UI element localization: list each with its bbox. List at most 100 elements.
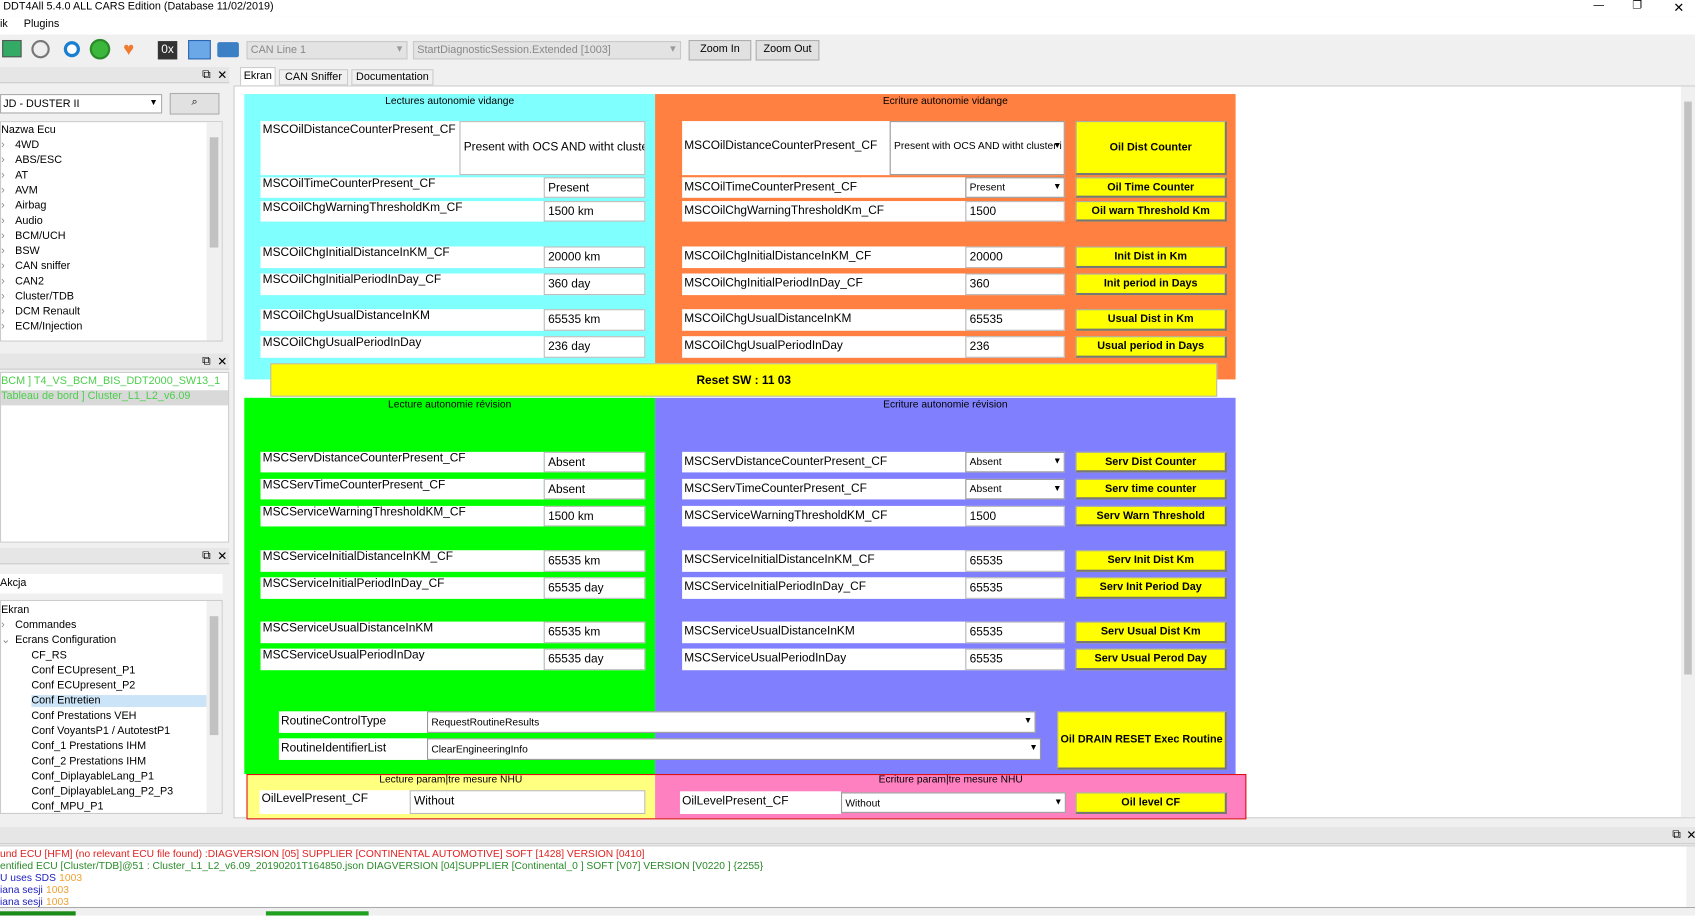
gear-icon[interactable] [31,39,50,59]
screen-tree-item[interactable]: Conf Prestations VEH [31,710,136,722]
nhu-read-label: OilLevelPresent_CF [259,790,410,814]
write-button[interactable]: Usual Dist in Km [1075,309,1227,331]
sync-icon[interactable] [89,38,111,60]
write-button[interactable]: Serv Usual Perod Day [1075,648,1227,671]
refresh-icon[interactable] [63,41,80,58]
search-ecu-button[interactable]: ⌕ [169,92,220,115]
screen-tree-item[interactable]: CF_RS [31,650,66,662]
zoom-out-button[interactable]: Zoom Out [755,39,820,61]
select-ecu-icon[interactable] [188,39,211,60]
write-button[interactable]: Oil warn Threshold Km [1075,201,1227,222]
write-button[interactable]: Init Dist in Km [1075,246,1227,269]
canvas-scrollbar[interactable] [1680,86,1695,818]
heart-monitor-icon[interactable]: ♥ [123,40,144,58]
field-select[interactable]: Present ▼ [965,177,1065,198]
screen-tree-item[interactable]: Conf VoyantsP1 / AutotestP1 [31,725,170,737]
screen-tree-item[interactable]: Conf_2 Prestations IHM [31,756,146,768]
ecu-tree-item[interactable]: › CAN2 [1,276,44,288]
screens-tree-scrollbar[interactable] [206,601,222,813]
hex-icon[interactable]: 0x [157,41,178,60]
float-icon[interactable]: ⧉ [202,68,210,82]
close-icon[interactable]: ✕ [217,355,227,369]
ecu-tree-item[interactable]: › Audio [1,215,43,227]
menu-item-plugins[interactable]: Plugins [24,18,59,30]
screen-tree-item[interactable]: › Commandes [1,619,76,631]
field-input[interactable]: 65535 [965,550,1065,572]
routine-control-type-select[interactable]: RequestRoutineResults ▼ [426,711,1036,733]
field-input[interactable]: 1500 [965,505,1065,527]
ecu-tree-item[interactable]: › BCM/UCH [1,230,66,242]
write-button[interactable]: Serv Init Period Day [1075,577,1227,599]
ecu-tree-item[interactable]: › Cluster/TDB [1,291,74,303]
valve-icon[interactable] [217,42,239,58]
field-input[interactable]: 65535 [965,577,1065,599]
write-button[interactable]: Serv Usual Dist Km [1075,621,1227,644]
write-button[interactable]: Serv Init Dist Km [1075,550,1227,572]
ecu-tree-scrollbar[interactable] [206,122,222,341]
ecu-tree-item[interactable]: › 4WD [1,139,39,151]
ecu-tree-item[interactable]: › BSW [1,245,40,257]
write-button[interactable]: Init period in Days [1075,273,1227,296]
field-input[interactable]: 20000 [965,246,1065,269]
minimize-button[interactable]: — [1593,0,1604,12]
oil-level-cf-button[interactable]: Oil level CF [1075,792,1227,814]
field-label: MSCServDistanceCounterPresent_CF [682,451,966,473]
screen-tree-item[interactable]: Conf_MPU_P1 [31,801,103,813]
float-icon[interactable]: ⧉ [202,549,210,563]
close-icon[interactable]: ✕ [217,68,227,82]
field-input[interactable]: 1500 [965,201,1065,222]
screen-tree-item[interactable]: ⌄ Ecrans Configuration [1,635,116,647]
menu-item-tools[interactable]: ik [0,18,8,30]
field-select[interactable]: Absent ▼ [965,478,1065,500]
close-icon[interactable]: ✕ [1686,828,1695,842]
screen-tree-item[interactable]: Conf_1 Prestations IHM [31,740,146,752]
ecu-tree-item[interactable]: › DCM Renault [1,306,80,318]
field-input[interactable]: 65535 [965,621,1065,644]
screen-tree-item[interactable]: Conf ECUpresent_P1 [31,665,135,677]
float-icon[interactable]: ⧉ [1672,828,1680,842]
write-button[interactable]: Oil Dist Counter [1075,121,1227,176]
routine-identifier-select[interactable]: ClearEngineeringInfo ▼ [426,738,1042,760]
screen-tree-item[interactable]: Conf_DiplayableLang_P1 [31,771,154,783]
ecu-tree-item[interactable]: › ECM/Injection [1,321,82,333]
ecu-tree-item[interactable]: › CAN sniffer [1,261,70,273]
ecu-tree-item[interactable]: › ABS/ESC [1,155,62,167]
field-select[interactable]: Present with OCS AND witht cluster i ▼ [889,121,1065,176]
found-ecu-item[interactable]: BCM ] T4_VS_BCM_BIS_DDT2000_SW13_1 [1,375,228,390]
action-field[interactable]: Akcja [0,574,223,594]
screens-root[interactable]: Ekran [1,604,29,616]
write-button[interactable]: Serv Dist Counter [1075,451,1227,473]
close-button[interactable]: ✕ [1673,0,1684,15]
ecu-tree-item[interactable]: › AT [1,170,28,182]
nhu-write-select[interactable]: Without ▼ [841,792,1066,813]
field-input[interactable]: 360 [965,273,1065,296]
ecu-tree-item[interactable]: › AVM [1,185,38,197]
screen-tree-item[interactable]: Conf Entretien [31,695,207,707]
field-input[interactable]: 65535 [965,309,1065,331]
can-line-select[interactable]: CAN Line 1 [246,41,408,60]
write-button[interactable]: Serv Warn Threshold [1075,505,1227,527]
ecu-tree-item[interactable]: › Airbag [1,200,46,212]
zoom-in-button[interactable]: Zoom In [688,39,752,61]
tab-documentation[interactable]: Documentation [351,69,434,86]
field-input[interactable]: 236 [965,336,1065,358]
tab-ekran[interactable]: Ekran [239,67,276,86]
close-icon[interactable]: ✕ [217,549,227,563]
field-select[interactable]: Absent ▼ [965,451,1065,473]
write-button[interactable]: Serv time counter [1075,478,1227,500]
screen-tree-item[interactable]: Conf_DiplayableLang_P2_P3 [31,786,173,798]
oil-drain-reset-button[interactable]: Oil DRAIN RESET Exec Routine [1057,711,1227,770]
screen-tree-item[interactable]: Conf ECUpresent_P2 [31,680,135,692]
vehicle-select[interactable]: JD - DUSTER II ▼ [0,94,163,114]
write-button[interactable]: Oil Time Counter [1075,177,1227,198]
log-scrollbar[interactable] [1686,846,1695,907]
session-select[interactable]: StartDiagnosticSession.Extended [1003] [412,41,682,60]
float-icon[interactable]: ⧉ [202,355,210,369]
write-button[interactable]: Usual period in Days [1075,336,1227,358]
found-ecu-item[interactable]: Tableau de bord ] Cluster_L1_L2_v6.09 [1,390,229,406]
log-text: entified ECU [Cluster/TDB]@51 : Cluster_… [0,860,764,873]
maximize-button[interactable]: ❐ [1632,0,1642,12]
tab-can-sniffer[interactable]: CAN Sniffer [278,69,349,86]
monitor-icon[interactable] [2,39,22,58]
field-input[interactable]: 65535 [965,648,1065,671]
